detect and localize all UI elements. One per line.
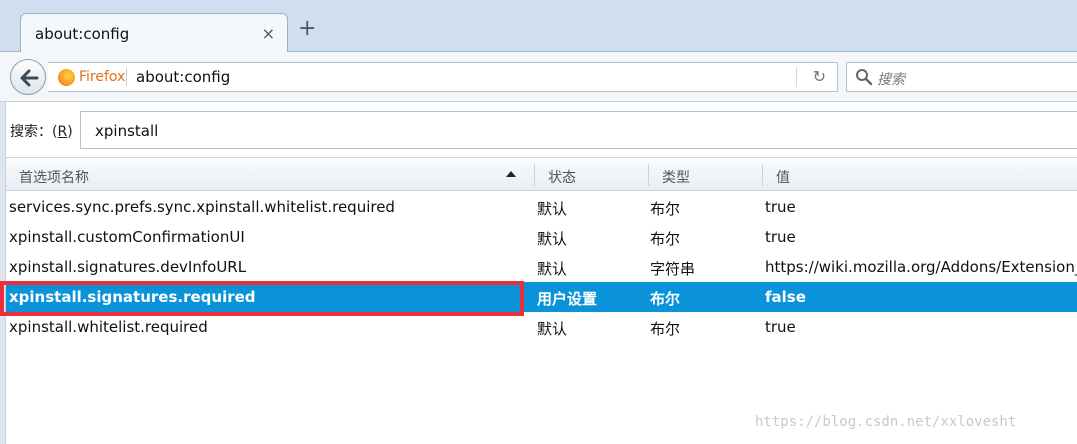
pref-value: https://wiki.mozilla.org/Addons/Extensio… xyxy=(765,258,1077,276)
pref-type: 字符串 xyxy=(650,260,696,278)
pref-name: xpinstall.whitelist.required xyxy=(9,318,208,336)
config-page: 搜索：(R) xpinstall 首选项名称 状态 类型 值 services.… xyxy=(0,102,1077,444)
pref-name: xpinstall.customConfirmationUI xyxy=(9,228,245,246)
filter-value: xpinstall xyxy=(95,122,159,140)
pref-value: true xyxy=(765,198,796,216)
nav-bar: Firefox about:config ↻ 搜索 xyxy=(0,52,1077,102)
tab-title: about:config xyxy=(35,25,130,43)
pref-type: 布尔 xyxy=(650,230,681,248)
pref-status: 默认 xyxy=(537,230,568,248)
pref-type: 布尔 xyxy=(650,320,681,338)
url-bar[interactable]: Firefox about:config ↻ xyxy=(48,62,838,92)
search-icon xyxy=(856,69,873,86)
back-button[interactable] xyxy=(10,59,46,95)
table-row[interactable]: xpinstall.signatures.devInfoURL 默认 字符串 h… xyxy=(6,252,1077,282)
url-divider xyxy=(126,68,127,86)
filter-label: 搜索：(R) xyxy=(10,124,73,140)
annotation-highlight-box xyxy=(0,281,524,316)
column-header-type[interactable]: 类型 xyxy=(662,167,690,187)
identity-label[interactable]: Firefox xyxy=(79,69,125,85)
pref-value: false xyxy=(765,288,806,306)
tab-about-config[interactable]: about:config × xyxy=(20,13,288,53)
back-arrow-icon xyxy=(20,69,39,87)
reload-divider xyxy=(796,67,797,87)
pref-type: 布尔 xyxy=(650,290,681,308)
filter-input[interactable]: xpinstall xyxy=(80,111,1077,149)
watermark: https://blog.csdn.net/xxlovesht xyxy=(755,414,1017,430)
column-header-value[interactable]: 值 xyxy=(776,167,790,187)
tab-strip: about:config × + xyxy=(0,0,1077,53)
pref-type: 布尔 xyxy=(650,200,681,218)
table-row[interactable]: xpinstall.whitelist.required 默认 布尔 true xyxy=(6,312,1077,342)
pref-status: 默认 xyxy=(537,200,568,218)
close-icon[interactable]: × xyxy=(262,24,275,43)
column-divider[interactable] xyxy=(762,164,763,186)
table-row[interactable]: xpinstall.customConfirmationUI 默认 布尔 tru… xyxy=(6,222,1077,252)
pref-status: 默认 xyxy=(537,320,568,338)
column-header-name[interactable]: 首选项名称 xyxy=(19,167,89,187)
pref-value: true xyxy=(765,228,796,246)
pref-name: xpinstall.signatures.devInfoURL xyxy=(9,258,247,276)
pref-status: 默认 xyxy=(537,260,568,278)
new-tab-button[interactable]: + xyxy=(298,18,316,40)
url-input[interactable]: about:config xyxy=(136,68,230,86)
table-header: 首选项名称 状态 类型 值 xyxy=(6,157,1077,191)
search-bar[interactable]: 搜索 xyxy=(846,62,1077,92)
reload-icon[interactable]: ↻ xyxy=(813,67,826,86)
sort-ascending-icon xyxy=(506,171,516,177)
column-divider[interactable] xyxy=(534,164,535,186)
pref-value: true xyxy=(765,318,796,336)
column-header-status[interactable]: 状态 xyxy=(548,167,576,187)
pref-status: 用户设置 xyxy=(537,290,598,308)
firefox-icon xyxy=(58,69,75,86)
column-divider[interactable] xyxy=(648,164,649,186)
preference-list: services.sync.prefs.sync.xpinstall.white… xyxy=(6,192,1077,342)
pref-name: services.sync.prefs.sync.xpinstall.white… xyxy=(9,198,395,216)
search-placeholder: 搜索 xyxy=(877,72,905,88)
table-row[interactable]: services.sync.prefs.sync.xpinstall.white… xyxy=(6,192,1077,222)
